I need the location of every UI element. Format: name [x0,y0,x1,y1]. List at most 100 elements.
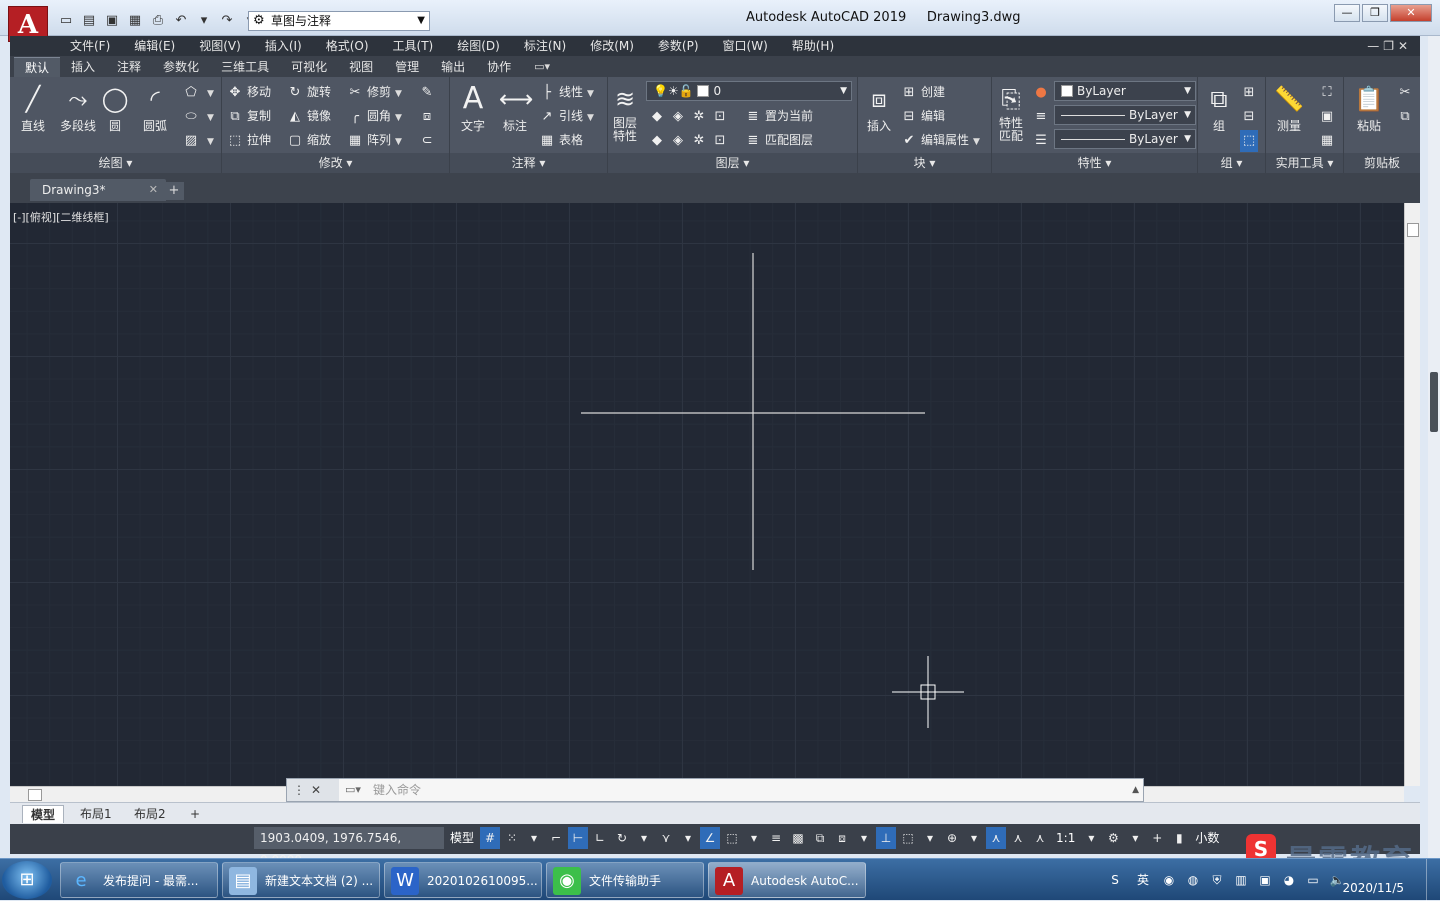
group-tool[interactable]: ⧉ 组 [1200,83,1238,134]
new-tab-button[interactable]: + [164,182,184,200]
menu-draw[interactable]: 绘图(D) [445,36,512,56]
offset-tool[interactable]: ⊂ [418,129,439,151]
paste-tool[interactable]: 📋 粘贴 [1350,83,1388,134]
stretch-tool[interactable]: ⬚ 拉伸 [226,129,271,151]
line-tool[interactable]: ╱ 直线 [14,83,52,134]
units-value[interactable]: 小数 [1191,827,1223,849]
circle-tool[interactable]: ◯ 圆 [96,83,134,134]
calculator-icon[interactable]: ▦ [1318,129,1339,151]
gizmo-icon[interactable]: ⊕ [942,827,962,849]
tab-visualize[interactable]: 可视化 [280,57,338,77]
layer-dropdown[interactable]: 💡☀🔓 0 ▼ [646,81,852,101]
workspace-gear-icon[interactable]: ⚙ [1103,827,1123,849]
ungroup-icon[interactable]: ⊞ [1240,81,1261,103]
create-block-tool[interactable]: ⊞ 创建 [900,81,945,103]
insert-block-tool[interactable]: ⧈ 插入 [860,83,898,134]
annotation-scale-icon[interactable]: ⋏ [1030,827,1050,849]
mirror-tool[interactable]: ◭ 镜像 [286,105,331,127]
wechat-tray-icon[interactable]: ◉ [1160,871,1178,889]
model-space-button[interactable]: 模型 [446,827,478,849]
panel-title-modify[interactable]: 修改 ▾ [222,153,449,173]
open-folder-icon[interactable]: ▤ [79,11,99,31]
chevron-down-icon[interactable]: ▾ [634,827,654,849]
ribbon-minimize-icon[interactable]: ▭▾ [522,57,562,77]
copy-tool[interactable]: ⧉ 复制 [226,105,271,127]
copy-clip-icon[interactable]: ⧉ [1396,105,1417,127]
selection-cycling-icon[interactable]: ⧉ [810,827,830,849]
nvidia-icon[interactable]: ▣ [1256,871,1274,889]
layer-tools-row2[interactable]: ◆ ◈ ✲ ⊡ [648,129,732,151]
command-line-tools[interactable]: ⋮✕🔧 [287,779,339,819]
new-file-icon[interactable]: ▭ [56,11,76,31]
tab-model[interactable]: 模型 [22,805,65,823]
array-tool[interactable]: ▦ 阵列 ▼ [346,129,402,151]
polar-tracking-icon[interactable]: ↻ [612,827,632,849]
edge-scroll-thumb[interactable] [1430,372,1438,432]
edit-block-tool[interactable]: ⊟ 编辑 [900,105,945,127]
measure-tool[interactable]: 📏 测量 [1270,83,1308,134]
panel-title-utilities[interactable]: 实用工具 ▾ [1266,153,1343,173]
erase-tool[interactable]: ✎ [418,81,439,103]
polyline-tool[interactable]: ⤳ 多段线 [54,83,102,134]
document-window-controls[interactable]: —❐✕ [1367,36,1412,56]
workspace-dropdown[interactable]: ⚙ 草图与注释 ▼ [248,11,430,31]
menu-modify[interactable]: 修改(M) [578,36,646,56]
chevron-down-icon[interactable]: ▾ [920,827,940,849]
explode-tool[interactable]: ⧈ [418,105,439,127]
menu-format[interactable]: 格式(O) [314,36,381,56]
tab-view[interactable]: 视图 [338,57,384,77]
ellipse-tool[interactable]: ⬭ ▼ [182,105,213,127]
menu-edit[interactable]: 编辑(E) [122,36,187,56]
table-tool[interactable]: ▦ 表格 [538,129,583,151]
scale-tool[interactable]: ▢ 缩放 [286,129,331,151]
file-tab-drawing3[interactable]: Drawing3* ✕ [30,179,166,201]
set-current-tool[interactable]: ≣ 置为当前 [744,105,813,127]
trim-tool[interactable]: ✂ 修剪 ▼ [346,81,402,103]
selection-filter-icon[interactable]: ⬚ [898,827,918,849]
chevron-down-icon[interactable]: ▾ [678,827,698,849]
taskbar-item-notepad[interactable]: ▤ 新建文本文档 (2) ... [222,862,380,898]
sogou-tray-icon[interactable]: S [1106,871,1124,889]
leader-tool[interactable]: ↗ 引线 ▼ [538,105,594,127]
redo-icon[interactable]: ↷ [217,11,237,31]
group-edit-icon[interactable]: ⊟ [1240,105,1261,127]
start-button[interactable]: ⊞ [2,861,52,899]
edit-attributes-tool[interactable]: ✔ 编辑属性 ▼ [900,129,980,151]
tab-output[interactable]: 输出 [430,57,476,77]
network-icon[interactable]: ▥ [1232,871,1250,889]
transparency-icon[interactable]: ▩ [788,827,808,849]
lineweight-dropdown[interactable]: ByLayer ▼ [1054,129,1196,149]
annotation-visibility-icon[interactable]: ⋏ [986,827,1007,849]
show-desktop-button[interactable] [1426,859,1440,901]
tab-layout1[interactable]: 布局1 [72,805,120,823]
panel-title-draw[interactable]: 绘图 ▾ [10,153,221,173]
chevron-down-icon[interactable]: ▾ [744,827,764,849]
annotation-monitor-icon[interactable]: + [1147,827,1167,849]
taskbar-item-word[interactable]: W 2020102610095... [384,862,542,898]
tab-collaborate[interactable]: 协作 [476,57,522,77]
panel-title-layers[interactable]: 图层 ▾ [608,153,857,173]
save-icon[interactable]: ▣ [102,11,122,31]
drawing-canvas[interactable]: [-][俯视][二维线框] [10,203,1404,786]
scrollbar-thumb[interactable] [1407,223,1419,237]
object-snap-tracking-icon[interactable]: ∠ [700,827,721,849]
panel-title-annotation[interactable]: 注释 ▾ [450,153,607,173]
color-dropdown[interactable]: ByLayer ▼ [1054,81,1196,101]
arc-tool[interactable]: ◜ 圆弧 [136,83,174,134]
ortho-icon[interactable]: ∟ [590,827,610,849]
fillet-tool[interactable]: ╭ 圆角 ▼ [346,105,402,127]
3d-osnap-icon[interactable]: ⧈ [832,827,852,849]
taskbar-date[interactable]: 2020/11/5 [1342,881,1404,895]
shield-icon[interactable]: ⛨ [1208,871,1226,889]
panel-title-properties[interactable]: 特性 ▾ [992,153,1197,173]
hatch-tool[interactable]: ▨ ▼ [182,129,214,151]
tab-insert[interactable]: 插入 [60,57,106,77]
display-icon[interactable]: ▭ [1304,871,1322,889]
lineweight-toggle-icon[interactable]: ≡ [766,827,786,849]
qq-icon[interactable]: ◕ [1280,871,1298,889]
grid-icon[interactable]: # [480,827,501,849]
polygon-tool[interactable]: ⬠ ▼ [182,81,214,103]
move-tool[interactable]: ✥ 移动 [226,81,271,103]
group-select-icon[interactable]: ⬚ [1240,129,1261,152]
print-icon[interactable]: ⎙ [148,11,168,31]
